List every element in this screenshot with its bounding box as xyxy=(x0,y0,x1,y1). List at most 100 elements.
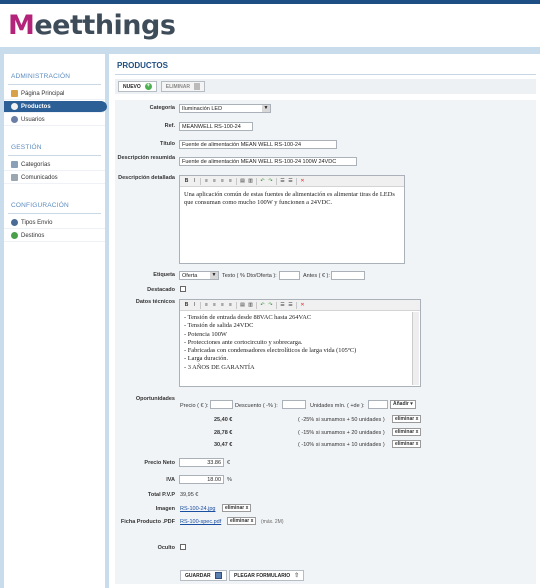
desc-resumida-label: Descripción resumida xyxy=(117,155,175,161)
sidebar-section-gestion: GESTIÓN xyxy=(11,144,42,151)
spec-line: - Tensión de entrada desde 88VAC hasta 2… xyxy=(184,314,312,321)
redo-icon[interactable]: ↷ xyxy=(267,302,274,309)
add-label: Añadir xyxy=(393,401,409,407)
align-justify-icon[interactable]: ≡ xyxy=(227,178,234,185)
numbered-list-icon[interactable]: ☰ xyxy=(287,178,294,185)
save-icon xyxy=(214,572,222,579)
imagen-file-link[interactable]: RS-100-24.jpg xyxy=(180,506,215,512)
paste-icon[interactable]: ▤ xyxy=(239,178,246,185)
remove-pdf-button[interactable]: eliminar x xyxy=(227,517,257,525)
sidebar-item-comunicados[interactable]: Comunicados xyxy=(4,172,105,184)
oculto-checkbox[interactable] xyxy=(180,544,186,550)
new-button-label: NUEVO xyxy=(123,83,141,90)
precio-neto-unit: € xyxy=(227,460,231,466)
paste-word-icon[interactable]: ▥ xyxy=(247,302,254,309)
numbered-list-icon[interactable]: ☰ xyxy=(287,302,294,309)
save-button[interactable]: GUARDAR xyxy=(180,570,227,581)
opportunity-text: ( -15% si sumamos + 20 unidades ) xyxy=(298,430,385,436)
ref-input[interactable]: MEANWELL RS-100-24 xyxy=(179,122,253,131)
remove-opportunity-button[interactable]: eliminar x xyxy=(392,440,422,448)
sidebar: ADMINISTRACIÓN Página Principal Producto… xyxy=(4,54,107,588)
categoria-select[interactable]: Iluminación LED ▼ xyxy=(179,104,271,113)
ficha-file-link[interactable]: RS-100-spec.pdf xyxy=(180,519,221,525)
align-left-icon[interactable]: ≡ xyxy=(203,302,210,309)
iva-unit: % xyxy=(227,477,232,483)
clear-format-icon[interactable]: ✕ xyxy=(299,302,306,309)
home-icon xyxy=(11,90,18,97)
sidebar-item-productos[interactable]: Productos xyxy=(4,101,107,113)
ficha-label: Ficha Producto .PDF xyxy=(120,519,175,525)
titulo-input[interactable]: Fuente de alimentación MEAN WELL RS-100-… xyxy=(179,140,337,149)
precio-neto-input[interactable]: 33.86 xyxy=(179,458,224,467)
bullet-list-icon[interactable]: ☰ xyxy=(279,178,286,185)
divider xyxy=(115,74,536,75)
divider xyxy=(236,301,237,309)
desc-detallada-text: Una aplicación común de estas fuentes de… xyxy=(184,191,395,206)
sidebar-item-categorias[interactable]: Categorías xyxy=(4,159,105,171)
align-right-icon[interactable]: ≡ xyxy=(219,302,226,309)
destacado-checkbox[interactable] xyxy=(180,286,186,292)
bold-icon[interactable]: B xyxy=(183,302,190,309)
imagen-label: Imagen xyxy=(155,506,175,512)
divider xyxy=(8,84,101,85)
texto-oferta-input[interactable] xyxy=(279,271,300,280)
paste-word-icon[interactable]: ▥ xyxy=(247,178,254,185)
align-center-icon[interactable]: ≡ xyxy=(211,302,218,309)
scrollbar[interactable] xyxy=(412,312,419,385)
opportunity-price: 28,78 € xyxy=(214,430,233,436)
spec-line: - Protecciones ante cortocircuito y sobr… xyxy=(184,338,303,346)
divider xyxy=(256,301,257,309)
undo-icon[interactable]: ↶ xyxy=(259,302,266,309)
spec-line: - Larga duración. xyxy=(184,355,229,363)
align-justify-icon[interactable]: ≡ xyxy=(227,302,234,309)
descuento-input[interactable] xyxy=(282,400,306,409)
clear-format-icon[interactable]: ✕ xyxy=(299,178,306,185)
etiqueta-select[interactable]: Oferta ▼ xyxy=(179,271,219,280)
etiqueta-value: Oferta xyxy=(182,273,198,279)
fold-button-label: PLEGAR FORMULARIO xyxy=(234,572,291,579)
save-button-label: GUARDAR xyxy=(185,572,211,579)
sidebar-item-usuarios[interactable]: Usuarios xyxy=(4,114,105,126)
categoria-label: Categoría xyxy=(149,105,175,111)
iva-input[interactable]: 18.00 xyxy=(179,475,224,484)
add-opportunity-button[interactable]: Añadir ▾ xyxy=(390,400,416,409)
arrow-up-icon: ⇧ xyxy=(294,573,300,579)
app-logo[interactable]: Meetthings xyxy=(8,10,176,42)
delete-button[interactable]: ELIMINAR xyxy=(160,81,205,92)
italic-icon[interactable]: I xyxy=(191,302,198,309)
ref-label: Ref. xyxy=(164,123,175,129)
new-button[interactable]: NUEVO + xyxy=(118,81,157,92)
datos-tecnicos-editor[interactable]: B I ≡ ≡ ≡ ≡ ▤ ▥ ↶ ↷ ☰ ☰ ✕ - Tensión de e… xyxy=(179,299,421,387)
opportunity-text: ( -25% si sumamos + 50 unidades ) xyxy=(298,417,385,423)
sidebar-item-label: Destinos xyxy=(21,232,45,239)
unidades-input[interactable] xyxy=(368,400,388,409)
align-center-icon[interactable]: ≡ xyxy=(211,178,218,185)
bullet-list-icon[interactable]: ☰ xyxy=(279,302,286,309)
remove-image-button[interactable]: eliminar x xyxy=(222,504,252,512)
document-icon xyxy=(11,174,18,181)
antes-input[interactable] xyxy=(331,271,365,280)
sidebar-item-pagina-principal[interactable]: Página Principal xyxy=(4,88,105,100)
undo-icon[interactable]: ↶ xyxy=(259,178,266,185)
desc-detallada-editor[interactable]: B I ≡ ≡ ≡ ≡ ▤ ▥ ↶ ↷ ☰ ☰ ✕ Una aplicación… xyxy=(179,175,405,264)
remove-opportunity-button[interactable]: eliminar x xyxy=(392,415,422,423)
sidebar-item-destinos[interactable]: Destinos xyxy=(4,230,105,242)
divider xyxy=(276,177,277,185)
desc-resumida-input[interactable]: Fuente de alimentación MEAN WELL RS-100-… xyxy=(179,157,357,166)
fold-form-button[interactable]: PLEGAR FORMULARIO ⇧ xyxy=(229,570,305,581)
align-right-icon[interactable]: ≡ xyxy=(219,178,226,185)
page-title: PRODUCTOS xyxy=(117,61,168,70)
italic-icon[interactable]: I xyxy=(191,178,198,185)
precio-label: Precio ( € ): xyxy=(180,403,209,409)
paste-icon[interactable]: ▤ xyxy=(239,302,246,309)
remove-opportunity-button[interactable]: eliminar x xyxy=(392,428,422,436)
main-panel: PRODUCTOS NUEVO + ELIMINAR Categoría Ilu… xyxy=(109,54,540,588)
redo-icon[interactable]: ↷ xyxy=(267,178,274,185)
iva-label: IVA xyxy=(166,477,175,483)
sidebar-item-tipos-envio[interactable]: Tipos Envío xyxy=(4,217,105,229)
align-left-icon[interactable]: ≡ xyxy=(203,178,210,185)
precio-input[interactable] xyxy=(210,400,233,409)
editor-toolbar: B I ≡ ≡ ≡ ≡ ▤ ▥ ↶ ↷ ☰ ☰ ✕ xyxy=(180,300,420,311)
logo-letter: M xyxy=(8,10,35,41)
bold-icon[interactable]: B xyxy=(183,178,190,185)
